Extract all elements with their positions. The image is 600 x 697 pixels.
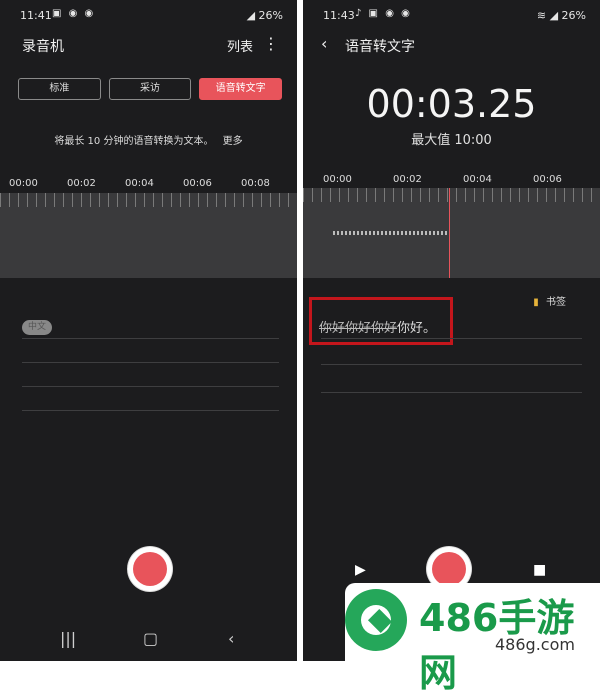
timeline-ruler xyxy=(0,193,297,207)
home-icon[interactable]: ▢ xyxy=(143,629,158,648)
tick-label: 00:06 xyxy=(183,178,212,189)
right-phone-screen: 11:43 ♪ ▣ ◉ ◉ ≋ ◢ 26% ‹ 语音转文字 00:03.25 最… xyxy=(303,0,600,661)
waveform-area xyxy=(0,193,297,278)
tick-label: 00:02 xyxy=(393,174,422,185)
battery-text: 26% xyxy=(258,9,283,22)
more-options-icon[interactable]: ⋮ xyxy=(263,34,279,53)
status-time: 11:43 xyxy=(323,9,355,22)
status-time: 11:41 xyxy=(20,9,52,22)
mode-description: 将最长 10 分钟的语音转换为文本。 更多 xyxy=(0,132,297,147)
site-logo-icon xyxy=(345,589,407,651)
tick-label: 00:00 xyxy=(9,178,38,189)
nav-bar: ||| ▢ ‹ xyxy=(0,617,297,661)
watermark-url: 486g.com xyxy=(495,635,575,654)
tick-label: 00:08 xyxy=(241,178,270,189)
stop-icon[interactable]: ■ xyxy=(533,562,546,578)
left-phone-screen: 11:41 ▣ ◉ ◉ ◢ 26% 录音机 列表 ⋮ 标准 采访 语音转文字 将… xyxy=(0,0,297,661)
bookmark-icon: ▮ xyxy=(533,297,539,308)
divider xyxy=(321,338,582,339)
timeline-ruler xyxy=(303,188,600,202)
list-button[interactable]: 列表 xyxy=(227,36,253,55)
mode-selector: 标准 采访 语音转文字 xyxy=(18,78,283,100)
max-duration: 最大值 10:00 xyxy=(411,133,492,148)
status-right: ≋ ◢ 26% xyxy=(537,9,586,22)
divider xyxy=(22,410,279,411)
more-link[interactable]: 更多 xyxy=(223,136,243,147)
mode-interview-tab[interactable]: 采访 xyxy=(108,78,192,100)
status-bar: 11:41 ▣ ◉ ◉ ◢ 26% xyxy=(0,0,297,30)
timeline-ticks: 00:00 00:02 00:04 00:06 00:08 xyxy=(0,178,297,192)
timeline-ticks: 00:00 00:02 00:04 00:06 xyxy=(303,174,600,188)
record-button[interactable] xyxy=(128,547,172,591)
divider xyxy=(321,392,582,393)
elapsed-timer: 00:03.25 xyxy=(366,82,537,126)
mode-speech-to-text-tab[interactable]: 语音转文字 xyxy=(199,78,283,100)
signal-icon: ◢ xyxy=(549,9,559,22)
recent-apps-icon[interactable]: ||| xyxy=(60,629,76,648)
divider xyxy=(22,362,279,363)
play-icon[interactable]: ▶ xyxy=(355,562,366,578)
app-bar: ‹ 语音转文字 xyxy=(303,30,600,64)
battery-text: 26% xyxy=(561,9,586,22)
back-arrow-icon[interactable]: ‹ xyxy=(321,34,327,53)
divider xyxy=(22,386,279,387)
app-bar: 录音机 列表 ⋮ xyxy=(0,30,297,64)
watermark: 486手游网 486g.com xyxy=(345,583,600,695)
signal-icon: ◢ xyxy=(246,9,256,22)
back-icon[interactable]: ‹ xyxy=(228,629,234,648)
tick-label: 00:06 xyxy=(533,174,562,185)
tick-label: 00:04 xyxy=(463,174,492,185)
wifi-icon: ≋ xyxy=(536,9,547,22)
tick-label: 00:02 xyxy=(67,178,96,189)
divider xyxy=(22,338,279,339)
playhead xyxy=(449,188,450,278)
language-chip[interactable]: 中文 xyxy=(22,320,52,335)
mode-standard-tab[interactable]: 标准 xyxy=(18,78,101,100)
waveform-area xyxy=(303,188,600,278)
bookmark-label: 书签 xyxy=(546,297,566,308)
tick-label: 00:04 xyxy=(125,178,154,189)
status-right: ◢ 26% xyxy=(247,9,283,22)
page-title: 语音转文字 xyxy=(345,39,415,55)
audio-waveform xyxy=(333,231,449,235)
description-text: 将最长 10 分钟的语音转换为文本。 xyxy=(54,136,214,147)
divider xyxy=(321,364,582,365)
bookmark-button[interactable]: ▮ 书签 xyxy=(533,293,566,308)
tick-label: 00:00 xyxy=(323,174,352,185)
status-bar: 11:43 ♪ ▣ ◉ ◉ ≋ ◢ 26% xyxy=(303,0,600,30)
notification-icons: ▣ ◉ ◉ xyxy=(52,8,96,19)
page-title: 录音机 xyxy=(22,39,64,55)
notification-icons: ♪ ▣ ◉ ◉ xyxy=(355,8,412,19)
